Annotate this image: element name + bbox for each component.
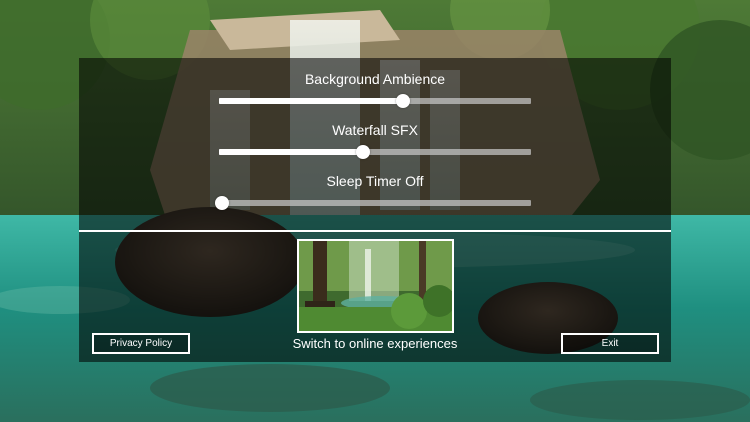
app-screen: Background Ambience Waterfall SFX Sleep … — [0, 0, 750, 422]
slider-fill — [219, 98, 404, 104]
online-experience-thumbnail[interactable] — [297, 239, 454, 333]
sleep-timer-label: Sleep Timer Off — [326, 173, 424, 189]
waterfall-sfx-label: Waterfall SFX — [332, 122, 418, 138]
slider-fill — [219, 149, 363, 155]
slider-thumb[interactable] — [355, 145, 370, 159]
settings-panel: Background Ambience Waterfall SFX Sleep … — [79, 58, 671, 362]
exit-button[interactable]: Exit — [561, 333, 659, 354]
background-ambience-label: Background Ambience — [304, 71, 446, 87]
slider-thumb[interactable] — [396, 94, 411, 108]
background-ambience-slider[interactable] — [219, 94, 531, 108]
privacy-policy-button[interactable]: Privacy Policy — [92, 333, 190, 354]
waterfall-sfx-slider[interactable] — [219, 145, 531, 159]
forest-stream-image — [299, 241, 452, 331]
sleep-timer-slider[interactable] — [215, 196, 531, 210]
slider-thumb[interactable] — [215, 196, 230, 210]
panel-divider — [79, 230, 671, 232]
